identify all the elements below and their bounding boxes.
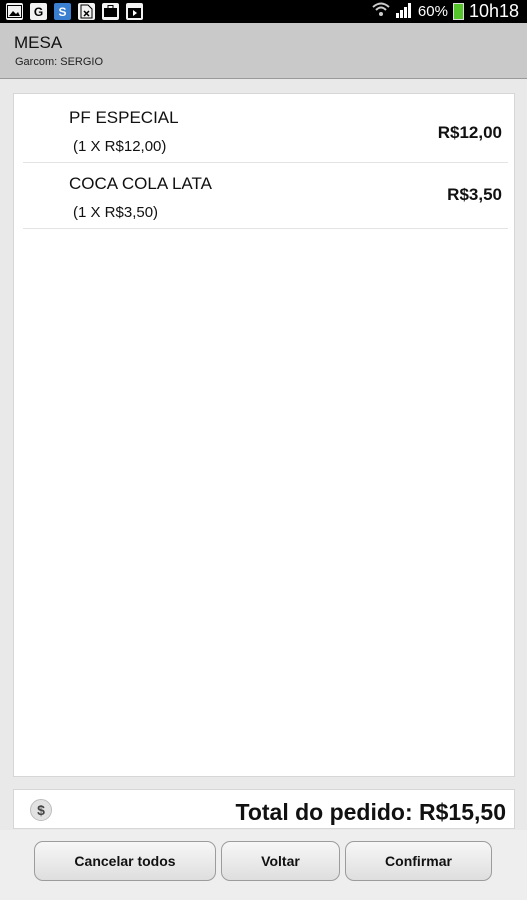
order-total-bar: $ Total do pedido: R$15,50	[13, 789, 515, 829]
play-bag-icon	[126, 3, 143, 20]
item-name: PF ESPECIAL	[69, 108, 179, 127]
button-bar: Cancelar todos Voltar Confirmar	[0, 830, 527, 900]
total-label: Total do pedido:	[235, 799, 413, 825]
briefcase-icon	[102, 3, 119, 20]
list-item[interactable]: COCA COLA LATA (1 X R$3,50) R$3,50	[23, 163, 508, 229]
status-bar: G S 60% 10h18	[0, 0, 527, 23]
dollar-icon: $	[30, 799, 52, 821]
item-name: COCA COLA LATA	[69, 174, 212, 193]
image-icon	[6, 3, 23, 20]
wifi-icon	[372, 2, 390, 22]
g-icon: G	[30, 3, 47, 20]
item-quantity: (1 X R$12,00)	[73, 138, 167, 155]
total-value: R$15,50	[419, 799, 506, 825]
signal-icon	[395, 2, 413, 22]
order-items-list[interactable]: PF ESPECIAL (1 X R$12,00) R$12,00 COCA C…	[13, 93, 515, 777]
system-indicators: 60% 10h18	[372, 1, 519, 22]
back-button[interactable]: Voltar	[221, 841, 340, 881]
item-price: R$12,00	[437, 123, 502, 142]
action-bar: MESA Garcom: SERGIO	[0, 23, 527, 79]
order-total: Total do pedido: R$15,50	[235, 799, 506, 826]
document-x-icon	[78, 3, 95, 20]
clock: 10h18	[468, 1, 519, 21]
s-app-icon: S	[54, 3, 71, 20]
battery-icon	[452, 3, 464, 20]
battery-percent: 60%	[417, 3, 448, 20]
notification-icons: G S	[6, 3, 143, 20]
cancel-all-button[interactable]: Cancelar todos	[34, 841, 216, 881]
item-quantity: (1 X R$3,50)	[73, 204, 159, 221]
waiter-subtitle: Garcom: SERGIO	[15, 56, 104, 68]
item-price: R$3,50	[447, 185, 502, 204]
list-item[interactable]: PF ESPECIAL (1 X R$12,00) R$12,00	[23, 97, 508, 163]
confirm-button[interactable]: Confirmar	[345, 841, 492, 881]
page-title: MESA	[14, 33, 63, 52]
